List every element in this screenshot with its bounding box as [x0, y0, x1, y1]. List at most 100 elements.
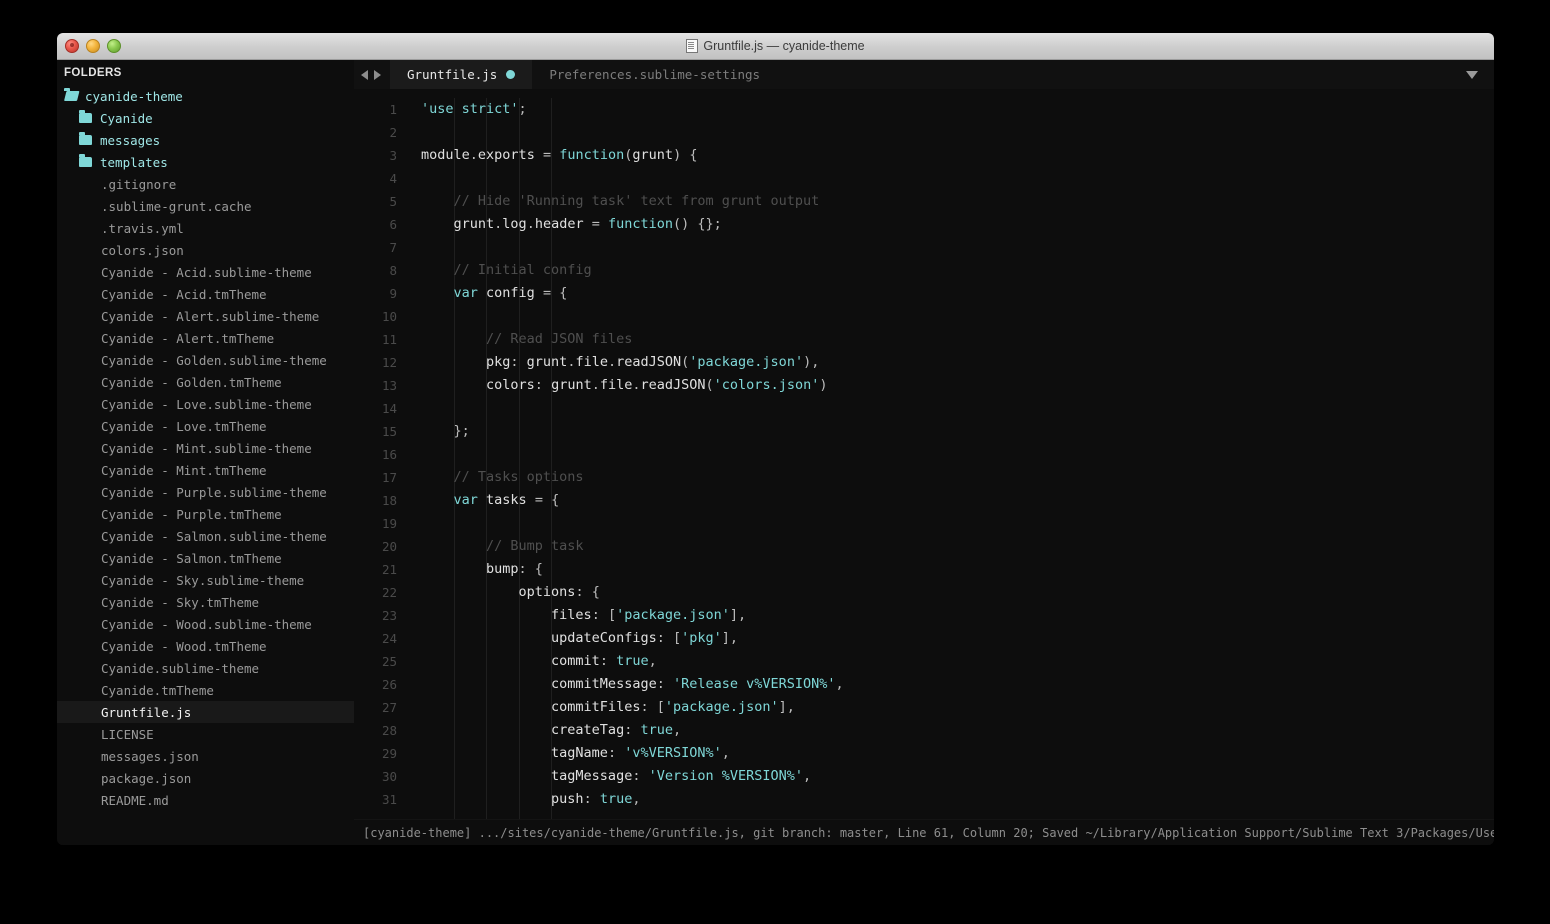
- tree-item-file[interactable]: Cyanide - Sky.sublime-theme: [57, 569, 354, 591]
- code-token: pkg: [421, 354, 511, 370]
- folder-icon: [79, 154, 92, 167]
- tree-item-file[interactable]: Cyanide - Purple.tmTheme: [57, 503, 354, 525]
- line-number: 21: [381, 562, 397, 577]
- line-number: 14: [381, 401, 397, 416]
- tree-item-file[interactable]: Cyanide - Golden.sublime-theme: [57, 349, 354, 371]
- tab-2[interactable]: Preferences.sublime-settings: [532, 60, 777, 89]
- tree-item-file[interactable]: Cyanide - Wood.sublime-theme: [57, 613, 354, 635]
- code-token: 'colors.json': [713, 377, 820, 393]
- modified-indicator-icon: [506, 70, 516, 79]
- code-line: // Read JSON files: [421, 328, 1494, 351]
- line-number: 26: [381, 677, 397, 692]
- tree-item-file[interactable]: Cyanide - Acid.sublime-theme: [57, 261, 354, 283]
- tree-item-label: templates: [100, 154, 168, 170]
- tree-item-file[interactable]: Cyanide - Alert.tmTheme: [57, 327, 354, 349]
- tree-item-file[interactable]: Cyanide - Alert.sublime-theme: [57, 305, 354, 327]
- tree-item-file[interactable]: Cyanide - Salmon.tmTheme: [57, 547, 354, 569]
- tree-item-file-selected[interactable]: Gruntfile.js: [57, 701, 354, 723]
- code-token: .: [607, 354, 617, 370]
- tree-item-file[interactable]: Cyanide - Salmon.sublime-theme: [57, 525, 354, 547]
- code-token: :: [583, 791, 600, 807]
- file-tree[interactable]: cyanide-theme Cyanide messages templates .gi…: [57, 85, 354, 811]
- line-number: 10: [381, 309, 397, 324]
- code-token: .: [526, 216, 535, 232]
- tree-item-file[interactable]: Cyanide - Wood.tmTheme: [57, 635, 354, 657]
- code-line: bump: {: [421, 558, 1494, 581]
- tabs-container[interactable]: Gruntfile.js Preferences.sublime-settings: [390, 60, 777, 89]
- minimize-button[interactable]: [86, 39, 100, 53]
- code-token: };: [421, 423, 470, 439]
- tree-item-root[interactable]: cyanide-theme: [57, 85, 354, 107]
- tree-item-file[interactable]: .sublime-grunt.cache: [57, 195, 354, 217]
- tree-item-file[interactable]: LICENSE: [57, 723, 354, 745]
- code-line: options: {: [421, 581, 1494, 604]
- code-token: header: [534, 216, 584, 232]
- tree-item-file[interactable]: .gitignore: [57, 173, 354, 195]
- tree-item-file[interactable]: Cyanide.tmTheme: [57, 679, 354, 701]
- nav-forward-arrow-icon[interactable]: [374, 69, 381, 80]
- code-token: ): [819, 377, 828, 393]
- close-button[interactable]: [65, 39, 79, 53]
- tree-item-file[interactable]: README.md: [57, 789, 354, 811]
- tree-item-file[interactable]: Cyanide - Acid.tmTheme: [57, 283, 354, 305]
- window-controls[interactable]: [65, 39, 121, 53]
- line-number: 29: [381, 746, 397, 761]
- zoom-button[interactable]: [107, 39, 121, 53]
- tree-item-label: Cyanide - Sky.tmTheme: [101, 594, 260, 610]
- tab-nav-arrows[interactable]: [354, 60, 390, 89]
- chevron-down-icon[interactable]: [1466, 71, 1478, 79]
- tab-1[interactable]: Gruntfile.js: [390, 60, 533, 89]
- code-token: .: [632, 377, 641, 393]
- line-number: 16: [381, 447, 397, 462]
- tree-item-label: cyanide-theme: [85, 88, 183, 104]
- tree-item-label: LICENSE: [101, 726, 154, 742]
- tree-item-folder[interactable]: templates: [57, 151, 354, 173]
- tree-item-folder[interactable]: Cyanide: [57, 107, 354, 129]
- code-area[interactable]: 1 2 3 4 5 6 7 8 9 10 11 12 13 14 15 16 17 18 19 20 21 22 23 24 2…: [354, 89, 1494, 819]
- code-token: .: [469, 147, 478, 163]
- line-number: 13: [381, 378, 397, 393]
- code-token: colors: [421, 377, 535, 393]
- nav-back-arrow-icon[interactable]: [361, 69, 368, 80]
- line-number: 23: [381, 608, 397, 623]
- code-token: : [: [656, 630, 682, 646]
- tree-item-label: Gruntfile.js: [101, 704, 192, 720]
- tree-item-label: Cyanide - Alert.sublime-theme: [101, 308, 320, 324]
- line-number: 19: [381, 516, 397, 531]
- tree-item-file[interactable]: Cyanide - Love.tmTheme: [57, 415, 354, 437]
- line-number: 6: [389, 217, 397, 232]
- tree-item-file[interactable]: Cyanide - Love.sublime-theme: [57, 393, 354, 415]
- code-token: ,: [632, 791, 641, 807]
- tree-item-folder[interactable]: messages: [57, 129, 354, 151]
- tree-item-file[interactable]: messages.json: [57, 745, 354, 767]
- code-token: grunt: [632, 147, 674, 163]
- tree-item-file[interactable]: package.json: [57, 767, 354, 789]
- tree-item-file[interactable]: .travis.yml: [57, 217, 354, 239]
- line-number: 28: [381, 723, 397, 738]
- line-number: 18: [381, 493, 397, 508]
- tree-item-file[interactable]: Cyanide - Mint.tmTheme: [57, 459, 354, 481]
- line-number: 25: [381, 654, 397, 669]
- code-token: {: [681, 147, 698, 163]
- code-token: var: [421, 492, 478, 508]
- window-title: Gruntfile.js — cyanide-theme: [57, 39, 1494, 53]
- line-number: 1: [389, 102, 397, 117]
- tree-item-file[interactable]: Cyanide.sublime-theme: [57, 657, 354, 679]
- tree-item-file[interactable]: Cyanide - Golden.tmTheme: [57, 371, 354, 393]
- tree-item-label: Cyanide - Salmon.tmTheme: [101, 550, 282, 566]
- code-token: ),: [803, 354, 820, 370]
- tree-item-file[interactable]: Cyanide - Sky.tmTheme: [57, 591, 354, 613]
- code-line: updateConfigs: ['pkg'],: [421, 627, 1494, 650]
- status-text: [cyanide-theme] .../sites/cyanide-theme/…: [363, 826, 1494, 840]
- code-token: :: [656, 676, 673, 692]
- tab-bar: Gruntfile.js Preferences.sublime-settings: [354, 60, 1494, 89]
- code-content[interactable]: 'use strict'; module.exports = function(…: [407, 89, 1494, 819]
- code-line: createTag: true,: [421, 719, 1494, 742]
- code-token: // Hide 'Running task' text from grunt o…: [421, 193, 820, 209]
- tree-item-file[interactable]: colors.json: [57, 239, 354, 261]
- code-line: commitMessage: 'Release v%VERSION%',: [421, 673, 1494, 696]
- tree-item-file[interactable]: Cyanide - Mint.sublime-theme: [57, 437, 354, 459]
- code-token: grunt: [551, 377, 592, 393]
- tree-item-file[interactable]: Cyanide - Purple.sublime-theme: [57, 481, 354, 503]
